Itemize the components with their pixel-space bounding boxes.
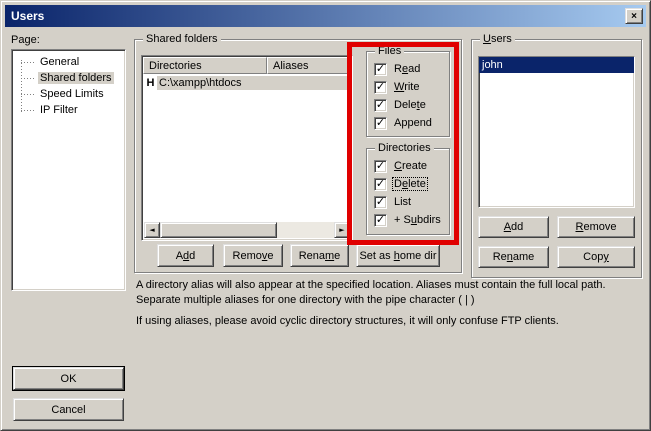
scroll-left-button[interactable]: ◄ <box>144 222 160 238</box>
folder-rename-button[interactable]: Rename <box>290 244 349 267</box>
page-tree[interactable]: General Shared folders Speed Limits IP F… <box>11 49 126 291</box>
write-checkbox[interactable]: ✓ <box>374 81 387 94</box>
column-header-directories[interactable]: Directories <box>143 57 267 74</box>
delete-dirs-checkbox[interactable]: ✓ <box>374 178 387 191</box>
window-title: Users <box>11 9 44 23</box>
check-icon: ✓ <box>376 178 385 189</box>
folder-remove-button[interactable]: Remove <box>223 244 283 267</box>
check-icon: ✓ <box>376 81 385 92</box>
page-item-ip-filter[interactable]: IP Filter <box>12 102 125 118</box>
page-item-speed-limits[interactable]: Speed Limits <box>12 86 125 102</box>
read-checkbox[interactable]: ✓ <box>374 63 387 76</box>
checkbox-append[interactable]: ✓ Append <box>367 114 449 132</box>
ok-button[interactable]: OK <box>13 367 124 390</box>
cancel-button[interactable]: Cancel <box>13 398 124 421</box>
page-item-shared-folders[interactable]: Shared folders <box>12 70 125 86</box>
subdirs-checkbox[interactable]: ✓ <box>374 214 387 227</box>
check-icon: ✓ <box>376 196 385 207</box>
users-list[interactable]: john <box>478 56 635 208</box>
check-icon: ✓ <box>376 99 385 110</box>
user-copy-button[interactable]: Copy <box>557 246 635 268</box>
checkbox-read[interactable]: ✓ Read <box>367 60 449 78</box>
shared-folders-group-label: Shared folders <box>143 32 221 46</box>
checkbox-write[interactable]: ✓ Write <box>367 78 449 96</box>
close-icon: × <box>631 11 637 22</box>
scroll-right-button[interactable]: ► <box>334 222 350 238</box>
checkbox-list[interactable]: ✓ List <box>367 193 449 211</box>
user-add-button[interactable]: Add <box>478 216 549 238</box>
title-bar[interactable]: Users × <box>5 5 646 27</box>
user-remove-button[interactable]: Remove <box>557 216 635 238</box>
files-group-label: Files <box>375 44 404 58</box>
users-dialog: Users × Page: General Shared folders Spe… <box>0 0 651 431</box>
user-rename-button[interactable]: Rename <box>478 246 549 268</box>
scroll-left-icon: ◄ <box>149 226 154 234</box>
table-header: Directories Aliases <box>143 57 351 74</box>
delete-files-checkbox[interactable]: ✓ <box>374 99 387 112</box>
alias-help-text: A directory alias will also appear at th… <box>136 278 639 335</box>
alias-help-paragraph-2: If using aliases, please avoid cyclic di… <box>136 314 639 329</box>
list-checkbox[interactable]: ✓ <box>374 196 387 209</box>
set-as-home-dir-button[interactable]: Set as home dir <box>356 244 440 267</box>
scrollbar-track[interactable] <box>277 222 334 238</box>
directories-group-label: Directories <box>375 141 434 155</box>
scrollbar-thumb[interactable] <box>160 222 277 238</box>
user-item-john[interactable]: john <box>479 57 634 73</box>
alias-help-paragraph-1: A directory alias will also appear at th… <box>136 278 639 308</box>
check-icon: ✓ <box>376 63 385 74</box>
users-group-label: Users <box>480 32 515 46</box>
directory-path: C:\xampp\htdocs <box>157 76 350 90</box>
column-header-aliases[interactable]: Aliases <box>267 57 351 74</box>
append-checkbox[interactable]: ✓ <box>374 117 387 130</box>
page-item-general[interactable]: General <box>12 54 125 70</box>
files-group: Files ✓ Read ✓ Write ✓ Delete ✓ Append <box>366 51 450 137</box>
checkbox-delete-dirs[interactable]: ✓ Delete <box>367 175 449 193</box>
checkbox-subdirs[interactable]: ✓ + Subdirs <box>367 211 449 229</box>
create-checkbox[interactable]: ✓ <box>374 160 387 173</box>
page-label: Page: <box>11 34 40 46</box>
home-marker: H <box>144 77 157 89</box>
check-icon: ✓ <box>376 214 385 225</box>
folder-add-button[interactable]: Add <box>157 244 214 267</box>
check-icon: ✓ <box>376 160 385 171</box>
checkbox-create[interactable]: ✓ Create <box>367 157 449 175</box>
directories-table[interactable]: Directories Aliases H C:\xampp\htdocs ◄ … <box>141 55 353 241</box>
check-icon: ✓ <box>376 117 385 128</box>
scroll-right-icon: ► <box>339 226 344 234</box>
checkbox-delete-files[interactable]: ✓ Delete <box>367 96 449 114</box>
horizontal-scrollbar[interactable]: ◄ ► <box>144 222 350 238</box>
table-row[interactable]: H C:\xampp\htdocs <box>144 75 350 91</box>
directories-group: Directories ✓ Create ✓ Delete ✓ List ✓ +… <box>366 148 450 235</box>
close-button[interactable]: × <box>625 8 643 24</box>
